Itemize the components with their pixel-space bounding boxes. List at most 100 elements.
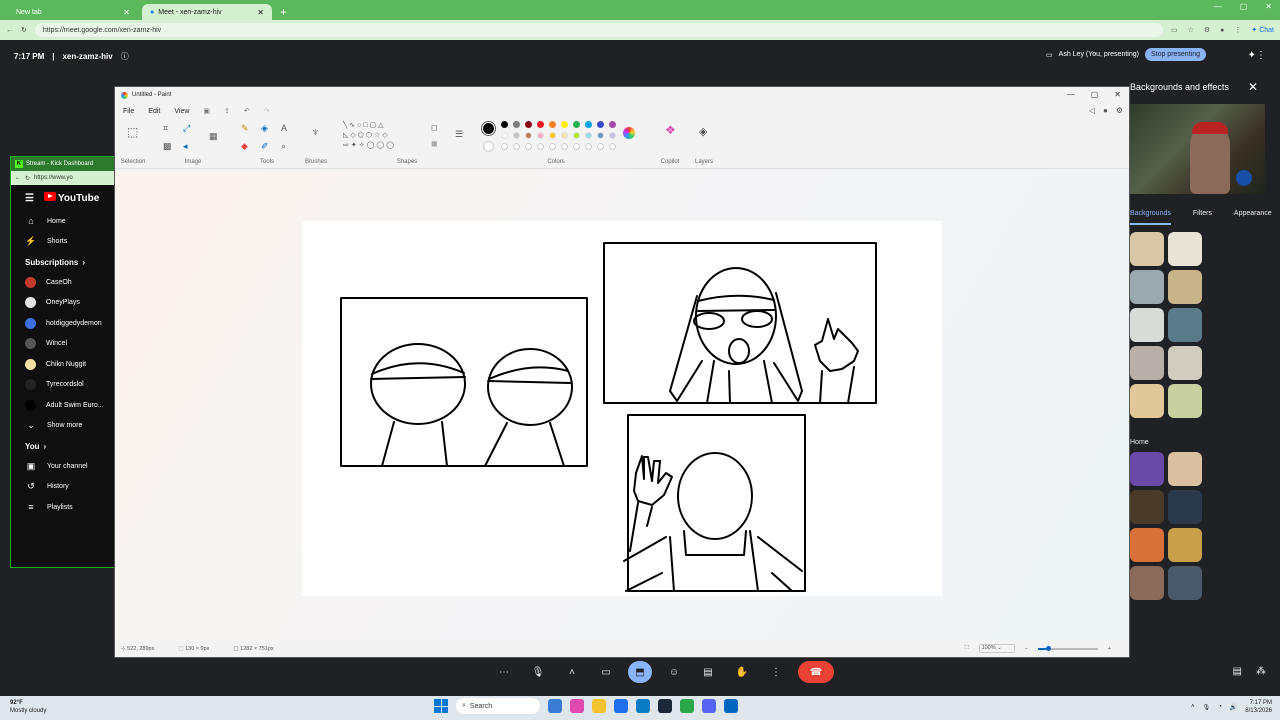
fit-to-window-icon[interactable]: ⛶ [965,645,969,652]
subscription-item[interactable]: Wincel [11,334,119,355]
background-thumbnail[interactable] [1168,308,1202,342]
zoom-level[interactable]: 100% ⌄ [978,644,1015,653]
color-picker-icon[interactable]: ✐ [261,141,269,152]
extensions-icon[interactable]: ⚙ [1204,26,1210,34]
nav-item-history[interactable]: ↺ History [11,477,119,498]
pencil-icon[interactable]: ✎ [241,123,249,134]
close-icon[interactable]: ✕ [1265,2,1272,11]
close-tab-icon[interactable]: ✕ [123,8,130,17]
camera-icon[interactable]: ▭ [594,661,618,683]
save-icon[interactable]: ▣ [203,107,210,115]
chevron-up-icon[interactable]: ˄ [560,661,584,683]
copilot-icon[interactable]: ❖ [665,123,676,137]
you-header[interactable]: You › [11,436,119,456]
youtube-logo[interactable]: YouTube [43,192,99,204]
text-icon[interactable]: A [281,123,287,133]
color-swatch[interactable] [573,132,580,139]
cast-icon[interactable]: ▭ [1171,26,1178,34]
background-thumbnail[interactable] [1168,566,1202,600]
emoji-reactions-icon[interactable]: ☺ [662,661,686,683]
background-thumbnail[interactable] [1130,232,1164,266]
nav-item-home[interactable]: ⌂ Home [11,211,119,232]
size-icon[interactable]: ☰ [455,129,463,140]
menu-view[interactable]: View [174,108,189,115]
background-thumbnail[interactable] [1168,528,1202,562]
background-thumbnail[interactable] [1168,490,1202,524]
active-color-swatch[interactable] [483,123,494,134]
color-swatch[interactable] [609,132,616,139]
back-icon[interactable]: ← [15,175,21,181]
hamburger-icon[interactable]: ☰ [25,193,34,204]
background-thumbnail[interactable] [1130,346,1164,380]
color-swatch[interactable] [525,132,532,139]
color-swatch[interactable] [549,121,556,128]
maximize-icon[interactable]: ▢ [1091,90,1099,99]
taskbar-search[interactable]: ⌕ Search [456,698,540,714]
custom-color-slot[interactable] [585,143,592,150]
menu-icon[interactable]: ⋮ [1234,26,1241,34]
layers-icon[interactable]: ◈ [699,125,707,138]
settings-icon[interactable]: ⚙ [1116,106,1123,115]
file-explorer-icon[interactable] [548,699,562,713]
background-thumbnail[interactable] [1130,566,1164,600]
minimize-icon[interactable]: — [1067,90,1075,99]
custom-color-slot[interactable] [525,143,532,150]
menu-edit[interactable]: Edit [148,108,160,115]
background-thumbnail[interactable] [1168,270,1202,304]
color-swatch[interactable] [585,121,592,128]
color-swatch[interactable] [525,121,532,128]
custom-color-slot[interactable] [597,143,604,150]
microphone-icon[interactable]: 🎙 [1203,704,1211,711]
close-tab-icon[interactable]: ✕ [257,8,264,17]
background-thumbnail[interactable] [1168,346,1202,380]
windows-start-icon[interactable] [434,699,448,713]
captions-icon[interactable]: ▤ [696,661,720,683]
selection-icon[interactable]: ⬚ [127,125,138,139]
copilot-app-icon[interactable] [570,699,584,713]
close-icon[interactable]: ✕ [1248,80,1258,94]
nav-item-your-channel[interactable]: ▣ Your channel [11,456,119,477]
chat-icon[interactable]: ▤ [1233,666,1242,677]
menu-file[interactable]: File [123,108,134,115]
more-options-icon[interactable]: ⋮ [764,661,788,683]
maximize-icon[interactable]: ▢ [1240,2,1248,11]
background-thumbnail[interactable] [1130,308,1164,342]
color-swatch[interactable] [561,132,568,139]
color-swatch[interactable] [561,121,568,128]
custom-color-slot[interactable] [573,143,580,150]
discord-icon[interactable] [702,699,716,713]
nav-item-playlists[interactable]: ≡ Playlists [11,497,119,518]
subscription-item[interactable]: Tyrecordslol [11,375,119,396]
tab-filters[interactable]: Filters [1193,210,1212,225]
dropbox-icon[interactable] [614,699,628,713]
minimize-icon[interactable]: — [1214,2,1222,11]
crop-icon[interactable]: ⌗ [163,123,168,134]
background-thumbnail[interactable] [1168,232,1202,266]
new-tab-button[interactable]: + [280,4,287,20]
paint-taskbar-icon[interactable] [724,699,738,713]
subscription-item[interactable]: Adult Swim Euro... [11,395,119,416]
weather-widget[interactable]: 92°F Mostly cloudy [10,699,46,715]
chrome-icon[interactable] [680,699,694,713]
zoom-out-icon[interactable]: − [1025,646,1028,652]
zoom-slider[interactable] [1037,645,1098,651]
background-thumbnail[interactable] [1130,528,1164,562]
background-thumbnail[interactable] [1130,270,1164,304]
back-icon[interactable]: ← [6,27,13,34]
edit-colors-icon[interactable] [623,127,635,139]
wifi-icon[interactable]: ◔ [1218,704,1222,710]
info-icon[interactable]: ⓘ [121,51,129,62]
custom-color-slot[interactable] [513,143,520,150]
tab-new-tab[interactable]: New tab ✕ [8,4,138,20]
profile-avatar[interactable]: ● [1220,27,1224,34]
subscriptions-header[interactable]: Subscriptions › [11,252,119,272]
stop-presenting-button[interactable]: Stop presenting [1144,48,1206,61]
custom-color-slot[interactable] [549,143,556,150]
microphone-icon[interactable]: 🎙 [526,661,550,683]
nav-item-shorts[interactable]: ⚡ Shorts [11,232,119,253]
tab-backgrounds[interactable]: Backgrounds [1130,210,1171,225]
magnifier-icon[interactable]: ⌕ [281,141,286,152]
brush-icon[interactable]: ♆ [311,125,320,139]
subscription-item[interactable]: Chikn Nuggit [11,354,119,375]
show-more-button[interactable]: ⌄ Show more [11,416,119,437]
